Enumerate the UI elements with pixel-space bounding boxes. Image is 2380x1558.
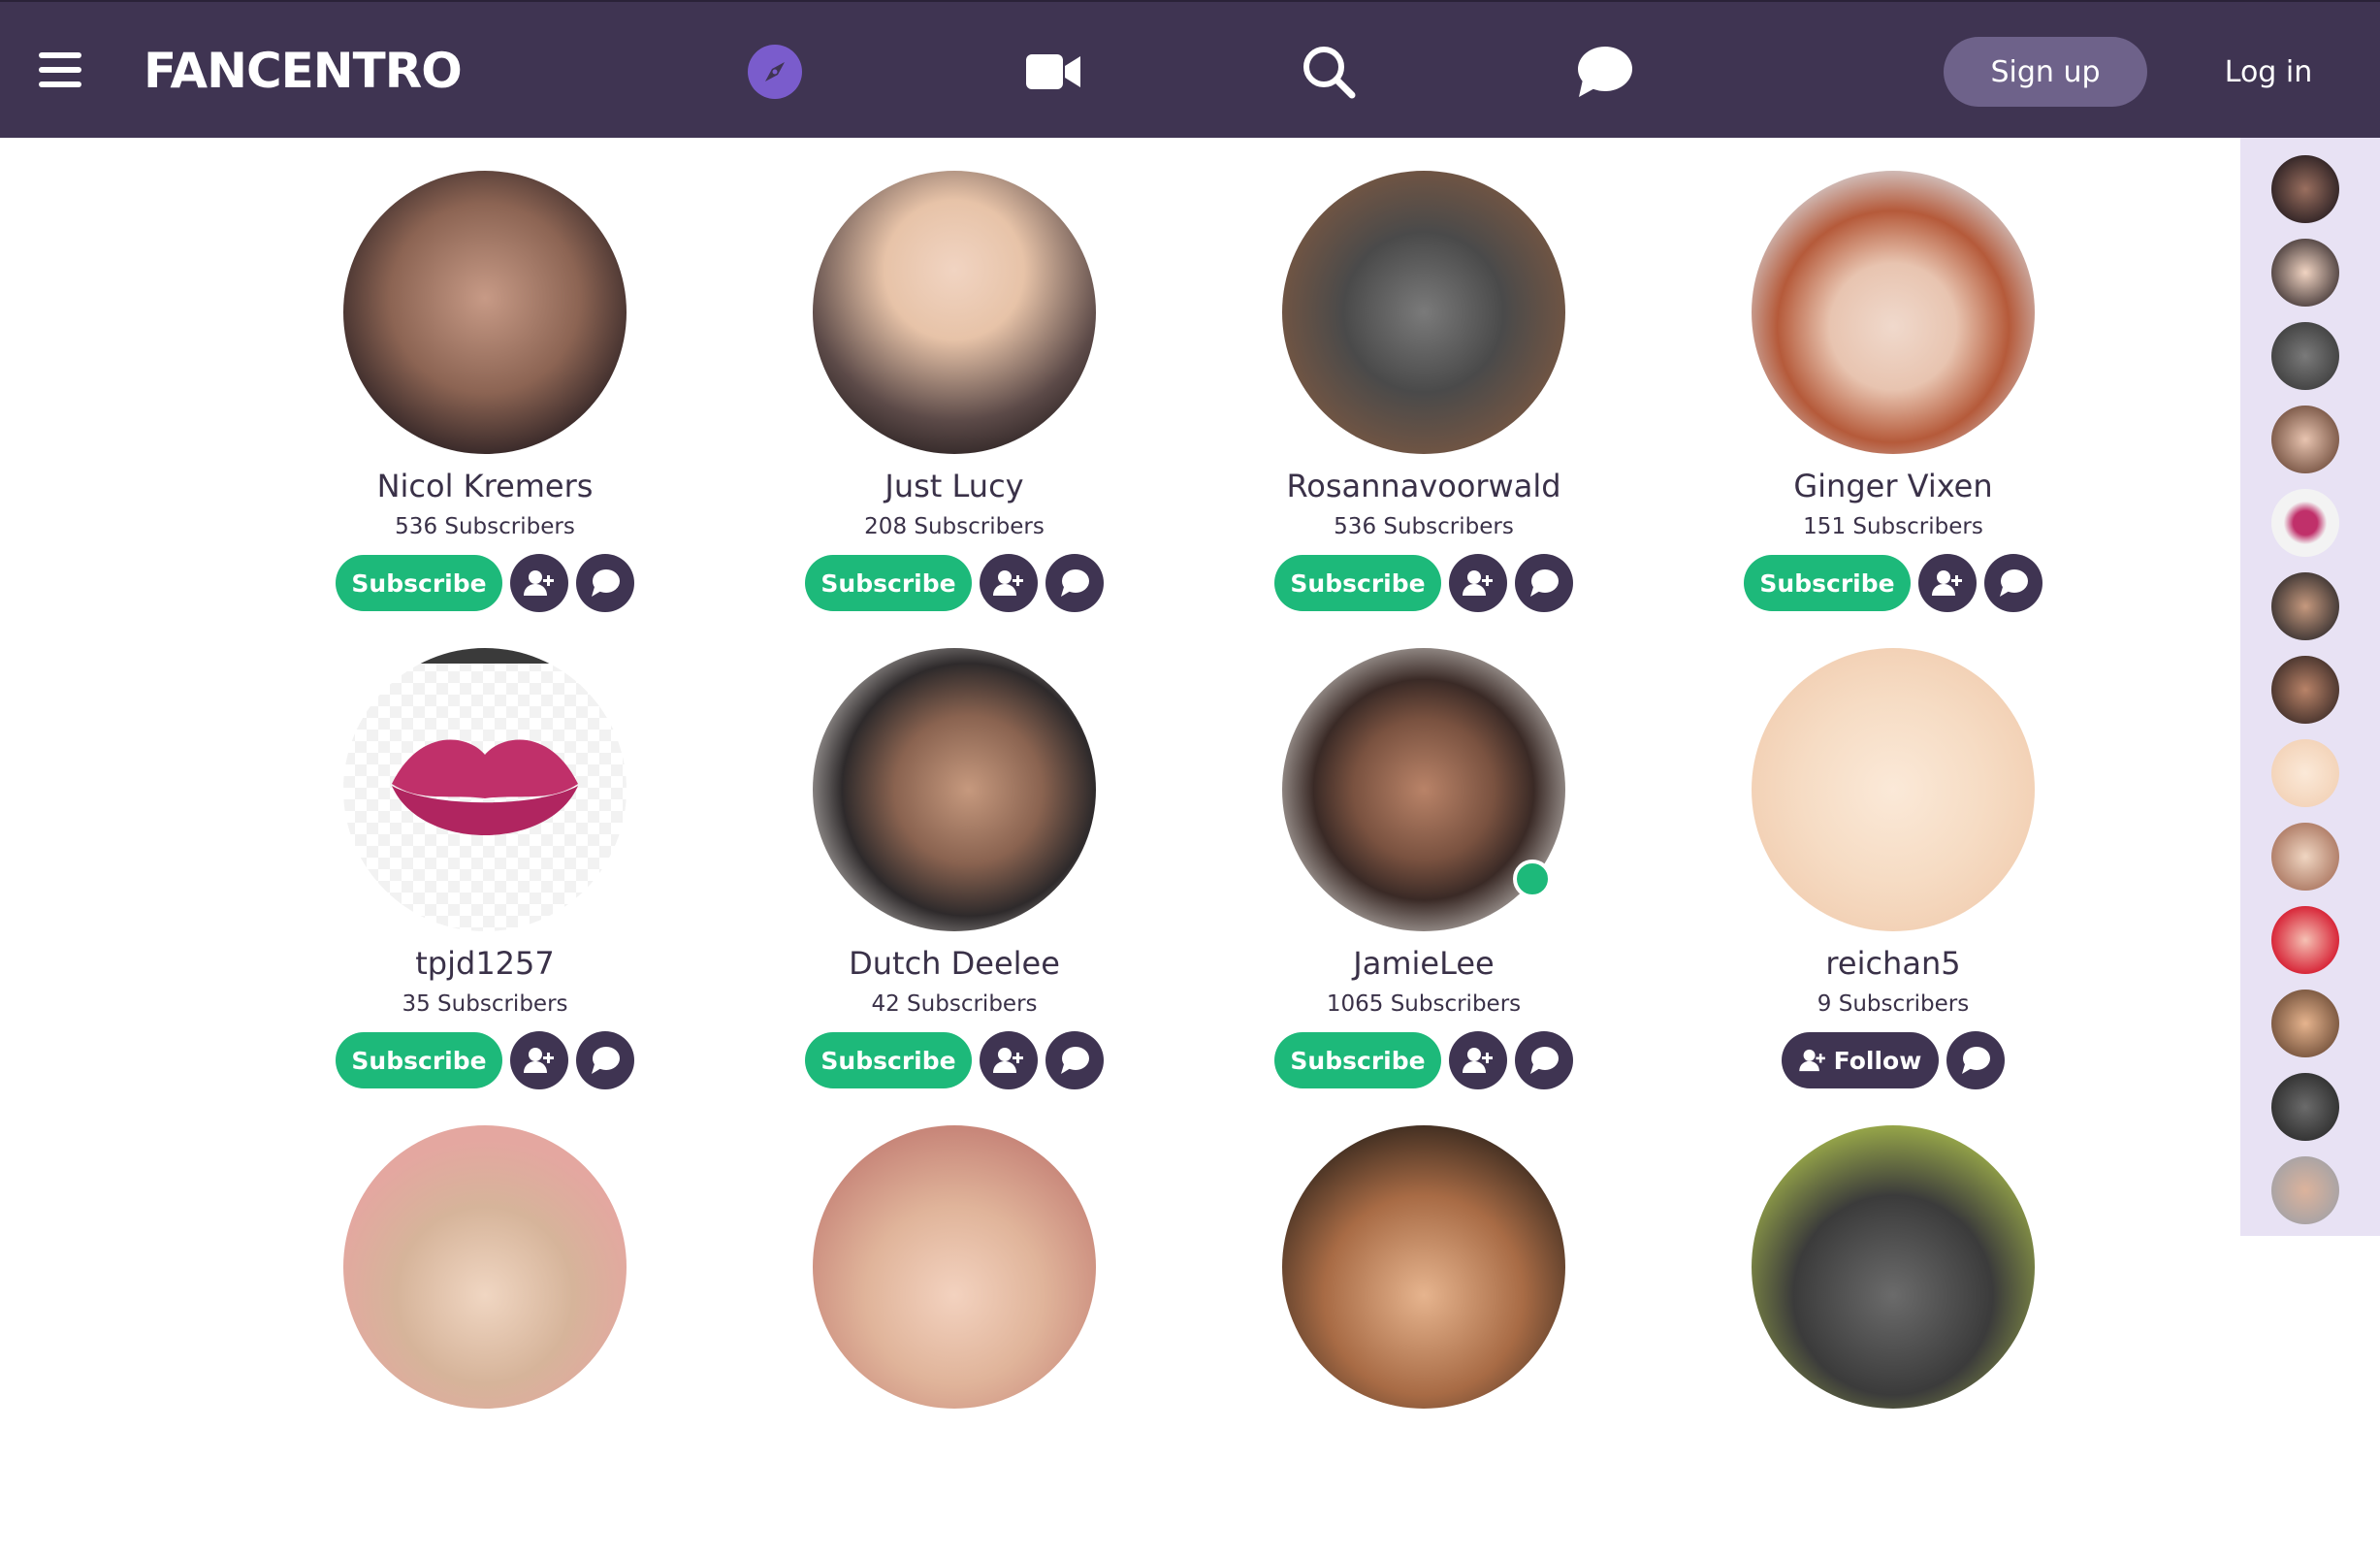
subscribe-button[interactable]: Subscribe [336, 555, 502, 611]
follow-user-icon[interactable] [509, 1031, 568, 1089]
rail-avatar[interactable] [2271, 406, 2339, 473]
sign-up-button[interactable]: Sign up [1944, 37, 2147, 107]
rail-avatar[interactable] [2271, 823, 2339, 891]
creator-grid: Nicol Kremers 536 Subscribers Subscribe … [0, 138, 2240, 1409]
creator-avatar[interactable] [343, 648, 627, 931]
subscriber-count: 536 Subscribers [1334, 514, 1514, 539]
creator-actions: Subscribe [760, 554, 1148, 612]
subscriber-count: 42 Subscribers [871, 991, 1038, 1017]
follow-user-icon[interactable] [509, 554, 568, 612]
rail-avatar[interactable] [2271, 990, 2339, 1057]
creator-card: Just Lucy 208 Subscribers Subscribe [799, 138, 1110, 612]
rail-avatar[interactable] [2271, 155, 2339, 223]
subscribe-button[interactable]: Subscribe [336, 1032, 502, 1088]
follow-user-icon[interactable] [1917, 554, 1977, 612]
creator-actions: Follow [1699, 1031, 2087, 1089]
creator-name[interactable]: Rosannavoorwald [1230, 468, 1618, 504]
video-camera-icon[interactable] [1022, 41, 1084, 103]
creator-avatar[interactable] [1752, 171, 2035, 454]
creator-avatar[interactable] [1282, 171, 1565, 454]
creator-actions: Subscribe [291, 1031, 679, 1089]
subscribe-button[interactable]: Subscribe [1274, 1032, 1441, 1088]
creator-name[interactable]: tpjd1257 [291, 945, 679, 982]
lips-image [343, 648, 627, 835]
right-creator-rail [2240, 138, 2380, 1236]
subscriber-count: 1065 Subscribers [1326, 991, 1522, 1017]
creator-name[interactable]: Dutch Deelee [760, 945, 1148, 982]
follow-label: Follow [1833, 1046, 1922, 1075]
creator-card: Nicol Kremers 536 Subscribers Subscribe [330, 138, 640, 612]
creator-avatar[interactable] [813, 171, 1096, 454]
creator-card: Rosannavoorwald 536 Subscribers Subscrib… [1269, 138, 1579, 612]
follow-user-icon[interactable] [979, 1031, 1038, 1089]
subscribe-button[interactable]: Subscribe [1744, 555, 1911, 611]
rail-avatar[interactable] [2271, 1156, 2339, 1224]
subscriber-count: 208 Subscribers [864, 514, 1045, 539]
creator-avatar[interactable] [343, 171, 627, 454]
creator-card: JamieLee 1065 Subscribers Subscribe [1269, 615, 1579, 1089]
subscriber-count: 35 Subscribers [402, 991, 568, 1017]
message-icon[interactable] [1514, 554, 1573, 612]
follow-user-icon[interactable] [1448, 1031, 1507, 1089]
site-logo[interactable]: FANCENTRO [144, 43, 463, 99]
creator-name[interactable]: JamieLee [1230, 945, 1618, 982]
subscribe-button[interactable]: Subscribe [805, 555, 972, 611]
explore-compass-icon[interactable] [744, 41, 806, 103]
message-icon[interactable] [575, 1031, 634, 1089]
menu-icon[interactable] [39, 50, 81, 89]
creator-card [330, 1092, 640, 1558]
creator-card: Dutch Deelee 42 Subscribers Subscribe [799, 615, 1110, 1089]
follow-user-icon[interactable] [979, 554, 1038, 612]
message-icon[interactable] [1045, 554, 1104, 612]
creator-card [799, 1092, 1110, 1558]
rail-avatar[interactable] [2271, 239, 2339, 307]
creator-avatar[interactable] [343, 1125, 627, 1409]
subscribe-button[interactable]: Subscribe [805, 1032, 972, 1088]
creator-name[interactable]: Nicol Kremers [291, 468, 679, 504]
follow-user-icon[interactable] [1448, 554, 1507, 612]
message-icon[interactable] [1983, 554, 2042, 612]
creator-card: reichan5 9 Subscribers Follow [1738, 615, 2048, 1089]
creator-actions: Subscribe [1230, 1031, 1618, 1089]
creator-avatar[interactable] [1752, 648, 2035, 931]
online-status-indicator [1513, 860, 1552, 898]
message-icon[interactable] [1514, 1031, 1573, 1089]
message-icon[interactable] [1045, 1031, 1104, 1089]
creator-actions: Subscribe [291, 554, 679, 612]
creator-card [1738, 1092, 2048, 1558]
creator-actions: Subscribe [1230, 554, 1618, 612]
creator-card: tpjd1257 35 Subscribers Subscribe [330, 615, 640, 1089]
subscriber-count: 536 Subscribers [395, 514, 575, 539]
subscriber-count: 9 Subscribers [1817, 991, 1970, 1017]
rail-avatar[interactable] [2271, 739, 2339, 807]
creator-name[interactable]: reichan5 [1699, 945, 2087, 982]
rail-avatar[interactable] [2271, 322, 2339, 390]
rail-avatar[interactable] [2271, 656, 2339, 724]
rail-avatar[interactable] [2271, 906, 2339, 974]
log-in-button[interactable]: Log in [2196, 37, 2341, 107]
rail-avatar[interactable] [2271, 1073, 2339, 1141]
creator-card [1269, 1092, 1579, 1558]
search-icon[interactable] [1298, 41, 1360, 103]
creator-actions: Subscribe [760, 1031, 1148, 1089]
rail-avatar[interactable] [2271, 489, 2339, 557]
message-icon[interactable] [1946, 1031, 2006, 1089]
creator-card: Ginger Vixen 151 Subscribers Subscribe [1738, 138, 2048, 612]
creator-avatar[interactable] [1752, 1125, 2035, 1409]
rail-avatar[interactable] [2271, 572, 2339, 640]
creator-name[interactable]: Just Lucy [760, 468, 1148, 504]
subscribe-button[interactable]: Subscribe [1274, 555, 1441, 611]
follow-user-icon [1798, 1049, 1825, 1072]
follow-button[interactable]: Follow [1781, 1032, 1940, 1088]
top-navigation-bar: FANCENTRO Sign up Log in [0, 0, 2380, 138]
creator-avatar[interactable] [813, 648, 1096, 931]
messages-chat-icon[interactable] [1573, 41, 1635, 103]
message-icon[interactable] [575, 554, 634, 612]
creator-avatar[interactable] [813, 1125, 1096, 1409]
subscriber-count: 151 Subscribers [1803, 514, 1983, 539]
creator-avatar[interactable] [1282, 1125, 1565, 1409]
creator-actions: Subscribe [1699, 554, 2087, 612]
creator-name[interactable]: Ginger Vixen [1699, 468, 2087, 504]
